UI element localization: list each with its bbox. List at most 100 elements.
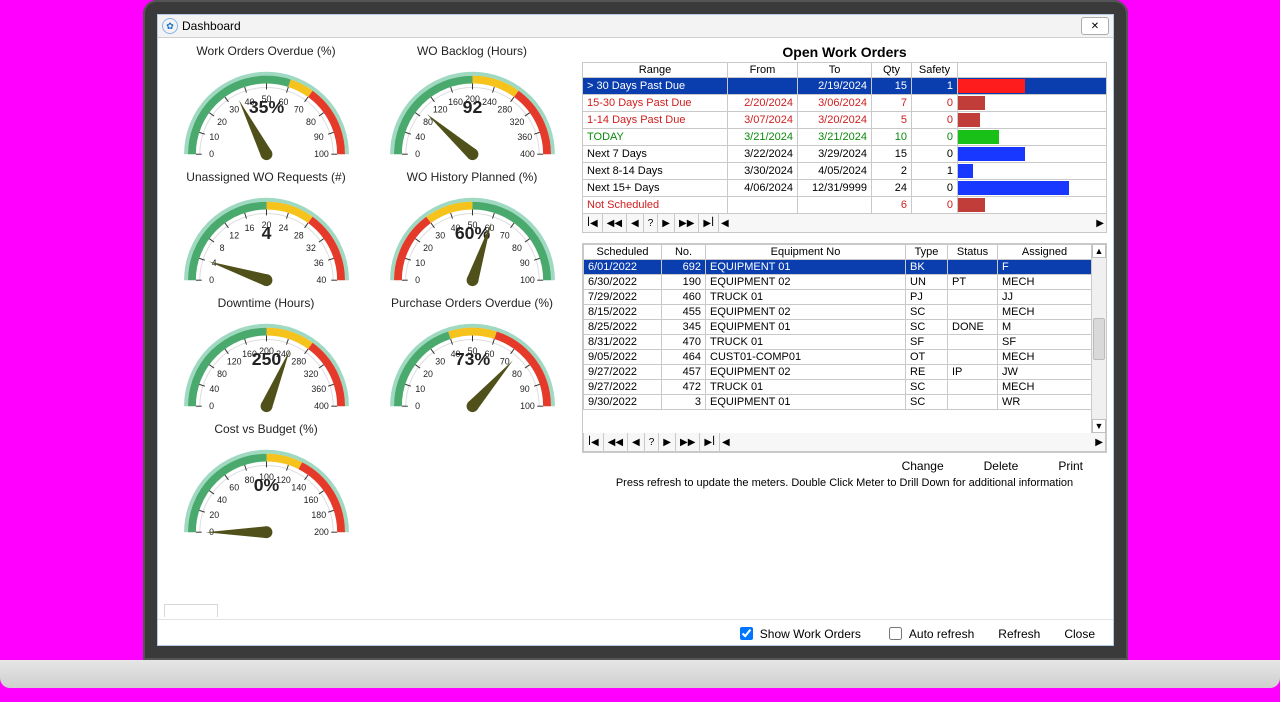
svg-text:140: 140 xyxy=(291,483,306,493)
nav-last-icon[interactable]: ▶ꟾ xyxy=(700,433,720,451)
nav-next-page-icon[interactable]: ▶▶ xyxy=(676,433,700,451)
nav-first-icon[interactable]: ꟾ◀ xyxy=(583,214,603,232)
nav-prev-icon[interactable]: ◀ xyxy=(627,214,644,232)
scroll-up-icon[interactable]: ▲ xyxy=(1092,244,1106,258)
column-header[interactable]: Assigned xyxy=(998,245,1092,260)
column-header[interactable]: Safety xyxy=(912,63,958,78)
svg-text:20: 20 xyxy=(209,510,219,520)
gauge-downtime-hours-[interactable]: Downtime (Hours) 04080120160200240280320… xyxy=(164,296,368,420)
svg-text:90: 90 xyxy=(519,258,529,268)
column-header[interactable]: No. xyxy=(662,245,706,260)
svg-text:10: 10 xyxy=(415,258,425,268)
svg-text:80: 80 xyxy=(306,117,316,127)
nav-prev-page-icon[interactable]: ◀◀ xyxy=(603,214,627,232)
laptop-base xyxy=(0,660,1280,688)
gauge-cost-vs-budget-[interactable]: Cost vs Budget (%) 020406080100120140160… xyxy=(164,422,368,546)
gauge-work-orders-overdue-[interactable]: Work Orders Overdue (%) 0102030405060708… xyxy=(164,44,368,168)
svg-text:73%: 73% xyxy=(454,349,490,369)
table-row[interactable]: 1-14 Days Past Due3/07/20243/20/202450 xyxy=(583,112,1107,129)
gauge-purchase-orders-overdue-[interactable]: Purchase Orders Overdue (%) 010203040506… xyxy=(370,296,574,420)
gauge-title: Downtime (Hours) xyxy=(218,296,315,310)
refresh-button[interactable]: Refresh xyxy=(998,627,1040,641)
table-row[interactable]: Next 7 Days3/22/20243/29/2024150 xyxy=(583,146,1107,163)
nav-next-icon[interactable]: ▶ xyxy=(658,214,675,232)
table-row[interactable]: 8/15/2022455EQUIPMENT 02SCMECH xyxy=(584,305,1092,320)
nav-first-icon[interactable]: ꟾ◀ xyxy=(584,433,604,451)
column-header[interactable]: From xyxy=(728,63,798,78)
svg-text:28: 28 xyxy=(293,231,303,241)
table-row[interactable]: > 30 Days Past Due2/19/2024151 xyxy=(583,78,1107,95)
open-orders-table[interactable]: RangeFromToQtySafety > 30 Days Past Due2… xyxy=(582,62,1107,214)
column-header[interactable]: Range xyxy=(583,63,728,78)
footer: Show Work Orders Auto refresh Refresh Cl… xyxy=(158,619,1113,645)
column-header[interactable]: Status xyxy=(948,245,998,260)
gauges-panel: Work Orders Overdue (%) 0102030405060708… xyxy=(164,44,574,613)
table-row[interactable]: Next 8-14 Days3/30/20244/05/202421 xyxy=(583,163,1107,180)
svg-text:400: 400 xyxy=(314,401,329,411)
svg-text:4: 4 xyxy=(261,223,271,243)
table-row[interactable]: TODAY3/21/20243/21/2024100 xyxy=(583,129,1107,146)
close-button[interactable]: Close xyxy=(1064,627,1095,641)
hint-text: Press refresh to update the meters. Doub… xyxy=(582,473,1107,493)
gauge-wo-backlog-hours-[interactable]: WO Backlog (Hours) 040801201602002402803… xyxy=(370,44,574,168)
gauge-wo-history-planned-[interactable]: WO History Planned (%) 01020304050607080… xyxy=(370,170,574,294)
tab-stub[interactable] xyxy=(164,604,218,617)
svg-text:60: 60 xyxy=(229,483,239,493)
table-row[interactable]: 9/27/2022457EQUIPMENT 02REIPJW xyxy=(584,365,1092,380)
nav-next-page-icon[interactable]: ▶▶ xyxy=(675,214,699,232)
svg-text:120: 120 xyxy=(432,105,447,115)
open-work-orders-title: Open Work Orders xyxy=(582,44,1107,60)
table-row[interactable]: 8/31/2022470TRUCK 01SFSF xyxy=(584,335,1092,350)
nav-prev-page-icon[interactable]: ◀◀ xyxy=(604,433,628,451)
svg-text:35%: 35% xyxy=(248,97,284,117)
print-button[interactable]: Print xyxy=(1058,459,1083,473)
table-row[interactable]: 7/29/2022460TRUCK 01PJJJ xyxy=(584,290,1092,305)
svg-text:280: 280 xyxy=(291,357,306,367)
vscrollbar[interactable]: ▲ ▼ xyxy=(1091,244,1106,433)
table-row[interactable]: 9/30/20223EQUIPMENT 01SCWR xyxy=(584,395,1092,410)
svg-text:40: 40 xyxy=(209,384,219,394)
gauge-title: WO History Planned (%) xyxy=(407,170,538,184)
nav-help-icon[interactable]: ? xyxy=(644,214,659,232)
gauge-unassigned-wo-requests-[interactable]: Unassigned WO Requests (#) 0481216202428… xyxy=(164,170,368,294)
column-header[interactable] xyxy=(958,63,1107,78)
window-close-button[interactable]: ✕ xyxy=(1081,17,1109,35)
auto-refresh-checkbox[interactable]: Auto refresh xyxy=(885,624,974,643)
column-header[interactable]: Equipment No xyxy=(706,245,906,260)
gauge-title: Cost vs Budget (%) xyxy=(214,422,317,436)
svg-text:320: 320 xyxy=(303,369,318,379)
screen: ✿ Dashboard ✕ Work Orders Overdue (%) 01… xyxy=(157,14,1114,646)
show-work-orders-checkbox[interactable]: Show Work Orders xyxy=(736,624,861,643)
svg-text:16: 16 xyxy=(244,223,254,233)
svg-text:0: 0 xyxy=(209,149,214,159)
nav-next-icon[interactable]: ▶ xyxy=(659,433,676,451)
svg-text:100: 100 xyxy=(314,149,329,159)
table-row[interactable]: Not Scheduled60 xyxy=(583,197,1107,214)
svg-text:20: 20 xyxy=(423,369,433,379)
table-row[interactable]: 8/25/2022345EQUIPMENT 01SCDONEM xyxy=(584,320,1092,335)
table-row[interactable]: 9/05/2022464CUST01-COMP01OTMECH xyxy=(584,350,1092,365)
column-header[interactable]: Type xyxy=(906,245,948,260)
table-row[interactable]: 15-30 Days Past Due2/20/20243/06/202470 xyxy=(583,95,1107,112)
table-row[interactable]: 9/27/2022472TRUCK 01SCMECH xyxy=(584,380,1092,395)
change-button[interactable]: Change xyxy=(902,459,944,473)
scroll-thumb[interactable] xyxy=(1093,318,1105,360)
nav-last-icon[interactable]: ▶ꟾ xyxy=(699,214,719,232)
table-row[interactable]: Next 15+ Days4/06/202412/31/9999240 xyxy=(583,180,1107,197)
column-header[interactable]: Qty xyxy=(872,63,912,78)
nav-help-icon[interactable]: ? xyxy=(645,433,660,451)
table-row[interactable]: 6/01/2022692EQUIPMENT 01BKF xyxy=(584,260,1092,275)
svg-text:250: 250 xyxy=(251,349,281,369)
work-orders-table[interactable]: ScheduledNo.Equipment NoTypeStatusAssign… xyxy=(583,244,1092,410)
svg-text:20: 20 xyxy=(423,243,433,253)
scroll-down-icon[interactable]: ▼ xyxy=(1092,419,1106,433)
table-row[interactable]: 6/30/2022190EQUIPMENT 02UNPTMECH xyxy=(584,275,1092,290)
column-header[interactable]: Scheduled xyxy=(584,245,662,260)
delete-button[interactable]: Delete xyxy=(984,459,1019,473)
svg-text:24: 24 xyxy=(278,223,288,233)
svg-text:40: 40 xyxy=(316,275,326,285)
column-header[interactable]: To xyxy=(798,63,872,78)
open-orders-navbar[interactable]: ꟾ◀ ◀◀ ◀ ? ▶ ▶▶ ▶ꟾ ◀▶ xyxy=(582,214,1107,233)
nav-prev-icon[interactable]: ◀ xyxy=(628,433,645,451)
work-orders-navbar[interactable]: ꟾ◀ ◀◀ ◀ ? ▶ ▶▶ ▶ꟾ ◀▶ xyxy=(583,433,1106,452)
